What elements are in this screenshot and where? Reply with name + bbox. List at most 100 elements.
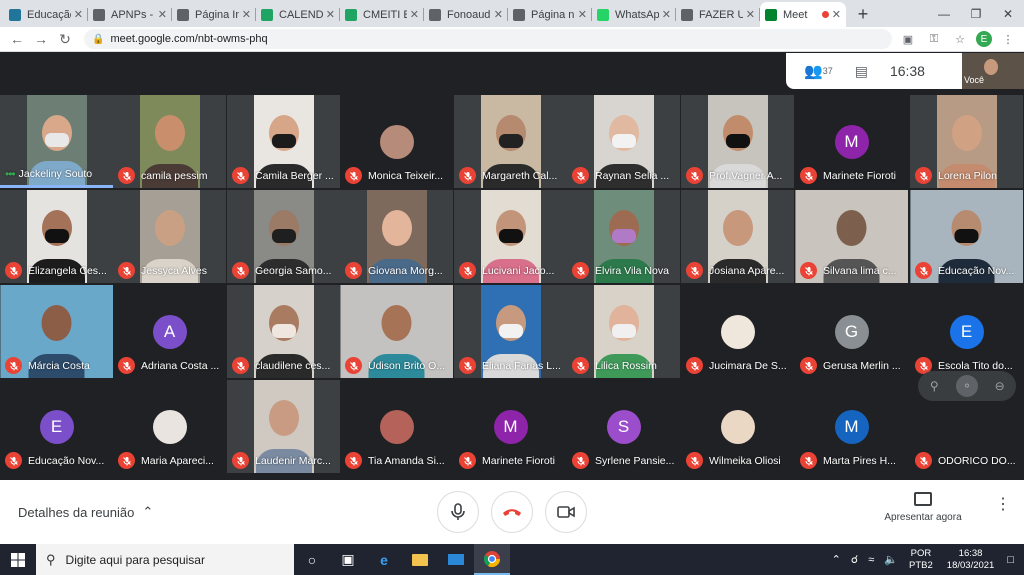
participant-face xyxy=(154,210,185,247)
close-tab-icon[interactable]: ✕ xyxy=(746,8,755,21)
participant-tile[interactable]: Jucimara De S... xyxy=(681,285,794,378)
remove-icon[interactable]: ⊖ xyxy=(989,375,1011,397)
browser-tab[interactable]: Página In ✕ xyxy=(172,2,256,27)
file-explorer-icon[interactable] xyxy=(402,544,438,575)
mute-participant-icon[interactable]: ⚬ xyxy=(955,375,978,397)
leave-call-button[interactable] xyxy=(491,491,533,533)
key-icon[interactable]: ⚿ xyxy=(924,29,944,49)
camera-indicator-icon[interactable]: ▣ xyxy=(898,29,918,49)
participant-tile[interactable]: Lorena Pilon xyxy=(910,95,1023,188)
participant-tile[interactable]: Josiana Apare... xyxy=(681,190,794,283)
participant-tile[interactable]: Elvira Vila Nova xyxy=(567,190,680,283)
close-tab-icon[interactable]: ✕ xyxy=(242,8,251,21)
participant-tile[interactable]: M Marta Pires H... xyxy=(795,380,908,473)
new-tab-button[interactable]: + xyxy=(852,3,874,25)
omnibox[interactable]: 🔒 meet.google.com/nbt-owms-phq xyxy=(84,29,892,49)
participant-tile[interactable]: S Syrlene Pansie... xyxy=(567,380,680,473)
close-tab-icon[interactable]: ✕ xyxy=(832,8,841,21)
task-view-icon[interactable]: ▣ xyxy=(330,544,366,575)
participant-tile[interactable]: Prof.Vagner A... xyxy=(681,95,794,188)
participant-tile[interactable]: Margareth Cal... xyxy=(454,95,567,188)
participant-tile[interactable]: Silvana lima c... xyxy=(795,190,908,283)
participant-tile[interactable]: Lucivani Jaco... xyxy=(454,190,567,283)
participant-tile[interactable]: Jessyca Alves xyxy=(113,190,226,283)
people-button[interactable]: 👥 37 xyxy=(804,62,833,80)
close-tab-icon[interactable]: ✕ xyxy=(158,8,167,21)
mail-icon[interactable] xyxy=(438,544,474,575)
participant-tile[interactable]: Wilmeika Oliosi xyxy=(681,380,794,473)
close-tab-icon[interactable]: ✕ xyxy=(74,8,83,21)
close-tab-icon[interactable]: ✕ xyxy=(578,8,587,21)
browser-tab[interactable]: FAZER UF✕ xyxy=(676,2,760,27)
self-view[interactable]: Você xyxy=(962,53,1024,89)
notification-center-icon[interactable]: □ xyxy=(1007,554,1014,566)
participant-tile[interactable]: ••• Jackeliny Souto xyxy=(0,95,113,188)
chrome-taskbar-icon[interactable] xyxy=(474,544,510,575)
participant-tile[interactable]: claudilene ces... xyxy=(227,285,340,378)
forward-button[interactable]: → xyxy=(30,28,52,50)
browser-tab[interactable]: APNPs - ✕ xyxy=(88,2,172,27)
microphone-button[interactable] xyxy=(437,491,479,533)
browser-tab[interactable]: Página n ✕ xyxy=(508,2,592,27)
pin-icon[interactable]: ⚲ xyxy=(923,375,945,397)
participant-tile[interactable]: G Gerusa Merlin ... xyxy=(795,285,908,378)
participant-tile[interactable]: Lilica Rossim xyxy=(567,285,680,378)
taskbar-search[interactable]: ⚲ Digite aqui para pesquisar xyxy=(36,544,294,575)
participant-tile[interactable]: Elizangela Ces... xyxy=(0,190,113,283)
wifi-icon[interactable]: ≈ xyxy=(868,554,874,566)
participant-tile[interactable]: Camila Berger ... xyxy=(227,95,340,188)
participant-tile[interactable]: Giovana Morg... xyxy=(340,190,453,283)
browser-tab[interactable]: Fonoaudi ✕ xyxy=(424,2,508,27)
participant-tile[interactable]: E Escola Tito do... xyxy=(910,285,1023,378)
participant-tile[interactable]: Eliana Farias L... xyxy=(454,285,567,378)
participant-tile[interactable]: A Adriana Costa ... xyxy=(113,285,226,378)
reload-button[interactable]: ↻ xyxy=(54,28,76,50)
present-now-button[interactable]: Apresentar agora xyxy=(873,492,973,523)
meeting-details-button[interactable]: Detalhes da reunião ⌃ xyxy=(18,504,153,520)
input-language[interactable]: POR PTB2 xyxy=(909,548,933,572)
participant-tile[interactable]: Georgia Samo... xyxy=(227,190,340,283)
close-tab-icon[interactable]: ✕ xyxy=(326,8,335,21)
participant-tile[interactable]: Márcia Costa xyxy=(0,285,113,378)
minimize-button[interactable]: — xyxy=(928,0,960,27)
participant-tile[interactable]: Tia Amanda Si... xyxy=(340,380,453,473)
system-tray: ⌃ ☌ ≈ 🔈 POR PTB2 16:38 18/03/2021 □ xyxy=(827,544,1024,575)
more-options-icon[interactable]: ⋮ xyxy=(995,497,1011,513)
chat-icon[interactable]: ▤ xyxy=(855,63,868,80)
edge-icon[interactable]: e xyxy=(366,544,402,575)
close-window-button[interactable]: ✕ xyxy=(992,0,1024,27)
close-tab-icon[interactable]: ✕ xyxy=(494,8,503,21)
participant-tile[interactable]: M Marinete Fioroti xyxy=(795,95,908,188)
participant-tile[interactable]: Raynan Selia ... xyxy=(567,95,680,188)
windows-start-button[interactable] xyxy=(0,544,36,575)
participant-tile[interactable]: Monica Teixeir... xyxy=(340,95,453,188)
browser-tab[interactable]: CALENDÁ✕ xyxy=(256,2,340,27)
show-hidden-icons-icon[interactable]: ⌃ xyxy=(832,553,841,566)
participant-tile[interactable]: camila pessim xyxy=(113,95,226,188)
close-tab-icon[interactable]: ✕ xyxy=(662,8,671,21)
browser-tab[interactable]: WhatsAp ✕ xyxy=(592,2,676,27)
participant-tile[interactable]: M Marinete Fioroti xyxy=(454,380,567,473)
back-button[interactable]: ← xyxy=(6,28,28,50)
participant-tile[interactable]: Udison Brito O... xyxy=(340,285,453,378)
browser-tab[interactable]: Educação✕ xyxy=(4,2,88,27)
profile-avatar[interactable]: E xyxy=(976,31,992,47)
browser-tab[interactable]: Meet ✕ xyxy=(760,2,846,27)
browser-menu-icon[interactable]: ⋮ xyxy=(998,29,1018,49)
volume-icon[interactable]: 🔈 xyxy=(884,553,898,566)
close-tab-icon[interactable]: ✕ xyxy=(410,8,419,21)
restore-button[interactable]: ❐ xyxy=(960,0,992,27)
participant-name: Laudenir Marc... xyxy=(255,454,331,467)
taskbar-clock[interactable]: 16:38 18/03/2021 xyxy=(947,548,995,572)
camera-button[interactable] xyxy=(545,491,587,533)
network-status-icon[interactable]: ☌ xyxy=(851,553,858,566)
browser-tab[interactable]: CMEITI E ✕ xyxy=(340,2,424,27)
participant-tile[interactable]: Educação Nov... xyxy=(910,190,1023,283)
participant-name: Syrlene Pansie... xyxy=(595,454,675,467)
bookmark-star-icon[interactable]: ☆ xyxy=(950,29,970,49)
participant-tile[interactable]: Maria Apareci... xyxy=(113,380,226,473)
participant-tile[interactable]: E Educação Nov... xyxy=(0,380,113,473)
participant-tile[interactable]: Laudenir Marc... xyxy=(227,380,340,473)
cortana-icon[interactable]: ○ xyxy=(294,544,330,575)
face-mask xyxy=(271,134,296,149)
